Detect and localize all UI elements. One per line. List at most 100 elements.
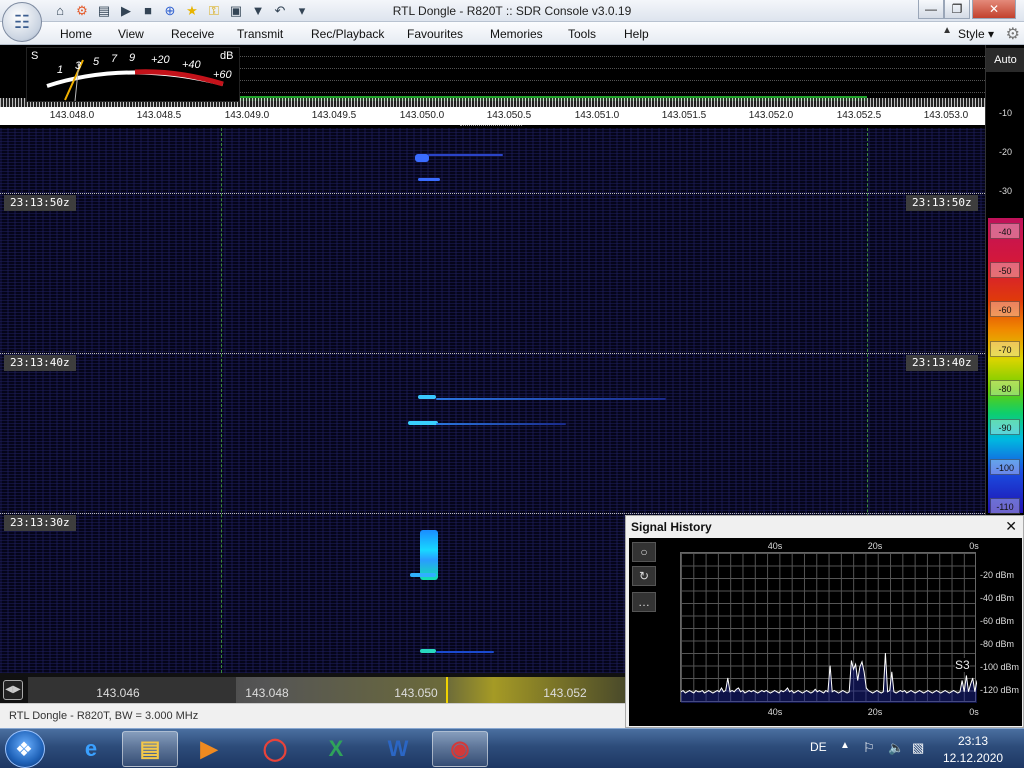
clock-time[interactable]: 23:13 — [958, 734, 988, 748]
overview-tick: 143.046 — [96, 686, 140, 700]
reset-button[interactable]: ↻ — [632, 566, 656, 586]
db-level-box[interactable]: -100 — [990, 459, 1020, 475]
db-level-box[interactable]: -60 — [990, 301, 1020, 317]
explorer-icon[interactable]: ▤ — [122, 731, 178, 767]
s-meter: S dB 1 3 5 7 9 +20 +40 +60 — [26, 47, 240, 102]
filter-edge-left[interactable] — [221, 128, 222, 673]
auto-scale-button[interactable]: Auto — [986, 48, 1024, 72]
time-gridline — [0, 513, 985, 514]
window-title: RTL Dongle - R820T :: SDR Console v3.0.1… — [392, 4, 632, 18]
gear-icon[interactable]: ⚙ — [1006, 24, 1020, 44]
style-menu[interactable]: Style ▾ — [958, 27, 994, 41]
menu-receive[interactable]: Receive — [171, 27, 214, 41]
restore-button[interactable]: ❐ — [944, 0, 970, 19]
spectrum-gridline — [240, 80, 985, 81]
network-signal-icon[interactable]: ▧ — [912, 740, 924, 756]
title-bar: ☷ ⌂ ⚙ ▤ ▶ ■ ⊕ ★ ⚿ ▣ ▼ ↶ ▾ RTL Dongle - R820T :: SDR… — [0, 0, 1024, 42]
freq-tick: 143.052.5 — [836, 110, 882, 121]
media-player-icon[interactable]: ▶ — [181, 731, 237, 767]
record-button[interactable]: ○ — [632, 542, 656, 562]
signal-trace — [408, 421, 438, 425]
history-x-tick: 20s — [867, 541, 883, 551]
db-tick: -10 — [998, 108, 1012, 118]
volume-muted-icon[interactable]: 🔈 — [888, 740, 904, 756]
style-label: Style — [957, 27, 985, 41]
signal-history-plot — [680, 552, 978, 703]
overview-cursor[interactable] — [446, 677, 448, 703]
menu-home[interactable]: Home — [60, 27, 92, 41]
signal-trace — [428, 154, 503, 156]
signal-history-title: Signal History — [631, 520, 712, 534]
signal-trace — [415, 154, 429, 162]
menu-transmit[interactable]: Transmit — [237, 27, 283, 41]
history-y-tick: -20 dBm — [980, 570, 1015, 580]
history-y-tick: -40 dBm — [980, 593, 1015, 603]
sdr-console-window: ☷ ⌂ ⚙ ▤ ▶ ■ ⊕ ★ ⚿ ▣ ▼ ↶ ▾ RTL Dongle - R820T :: SDR… — [0, 0, 1024, 768]
freq-tick: 143.052.0 — [748, 110, 794, 121]
word-icon[interactable]: W — [370, 731, 426, 767]
timestamp-right: 23:13:50z — [906, 195, 978, 211]
app-icon: ☷ — [13, 11, 31, 32]
signal-trace — [436, 398, 666, 400]
signal-trace — [418, 178, 440, 181]
ie-icon[interactable]: e — [63, 731, 119, 767]
menu-help[interactable]: Help — [624, 27, 649, 41]
sdr-console-icon[interactable]: ◉ — [432, 731, 488, 767]
s-scale-3: 3 — [75, 60, 82, 72]
history-y-tick: -60 dBm — [980, 616, 1015, 626]
freq-tick: 143.050.0 — [399, 110, 445, 121]
history-y-tick: -80 dBm — [980, 639, 1015, 649]
minimize-button[interactable]: — — [918, 0, 944, 19]
time-gridline — [0, 193, 985, 194]
close-icon[interactable]: ✕ — [1005, 518, 1017, 535]
spectrum-gridline — [240, 68, 985, 69]
ribbon-menu-bar: Home View Receive Transmit Rec/Playback … — [0, 22, 1024, 45]
frequency-axis[interactable]: 143.048.0 143.048.5 143.049.0 143.049.5 … — [0, 107, 985, 125]
db-level-box[interactable]: -70 — [990, 341, 1020, 357]
overview-tick: 143.048 — [245, 686, 289, 700]
action-center-icon[interactable]: ⚐ — [863, 740, 875, 756]
db-level-box[interactable]: -90 — [990, 419, 1020, 435]
show-hidden-icons-icon[interactable]: ▲ — [840, 740, 850, 751]
excel-icon[interactable]: X — [308, 731, 364, 767]
language-indicator[interactable]: DE — [810, 740, 827, 754]
start-button[interactable]: ❖ — [5, 730, 45, 768]
signal-trace — [410, 573, 436, 577]
close-button[interactable]: ✕ — [972, 0, 1016, 19]
db-scale-40: +40 — [182, 59, 201, 71]
timestamp-left: 23:13:30z — [4, 515, 76, 531]
history-x-tick: 0s — [969, 541, 979, 551]
db-level-box[interactable]: -110 — [990, 498, 1020, 514]
style-scroll-icon[interactable]: ▲ — [942, 25, 952, 36]
db-level-box[interactable]: -80 — [990, 380, 1020, 396]
menu-memories[interactable]: Memories — [490, 27, 543, 41]
app-menu-orb[interactable]: ☷ — [2, 2, 42, 42]
status-bar: RTL Dongle - R820T, BW = 3.000 MHz — [0, 703, 625, 728]
db-level-box[interactable]: -50 — [990, 262, 1020, 278]
menu-favourites[interactable]: Favourites — [407, 27, 463, 41]
timestamp-left: 23:13:50z — [4, 195, 76, 211]
signal-history-trace — [680, 652, 978, 703]
time-gridline — [0, 353, 985, 354]
signal-trace — [420, 649, 436, 653]
menu-tools[interactable]: Tools — [568, 27, 596, 41]
overview-tick: 143.050 — [394, 686, 438, 700]
overview-toggle-icon[interactable]: ◀▶ — [3, 680, 23, 700]
history-y-tick: -100 dBm — [980, 662, 1020, 672]
freq-tick: 143.048.0 — [49, 110, 95, 121]
db-tick: -20 — [998, 147, 1012, 157]
db-unit-label: dB — [220, 50, 234, 62]
chrome-icon[interactable]: ◯ — [247, 731, 303, 767]
history-x-tick: 0s — [969, 707, 979, 717]
s-scale-7: 7 — [111, 53, 118, 65]
freq-tick: 143.050.5 — [486, 110, 532, 121]
clock-date[interactable]: 12.12.2020 — [943, 751, 1003, 765]
freq-tick: 143.051.5 — [661, 110, 707, 121]
menu-rec-playback[interactable]: Rec/Playback — [311, 27, 384, 41]
db-level-box[interactable]: -40 — [990, 223, 1020, 239]
signal-trace — [436, 423, 566, 425]
menu-view[interactable]: View — [118, 27, 144, 41]
history-y-tick: -120 dBm — [980, 685, 1020, 695]
more-options-button[interactable]: … — [632, 592, 656, 612]
history-x-tick: 40s — [767, 541, 783, 551]
